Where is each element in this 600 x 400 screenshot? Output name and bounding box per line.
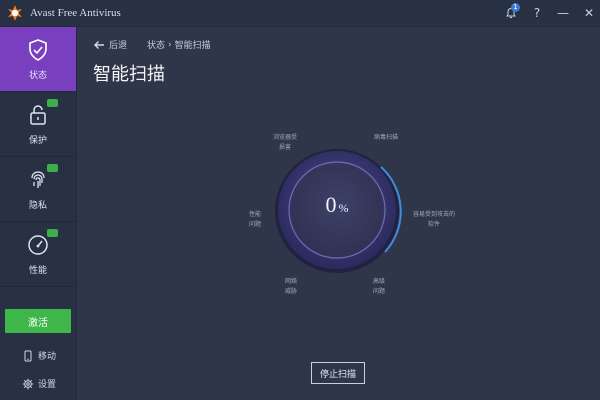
- avast-logo-icon: [8, 5, 22, 21]
- app-window: Avast Free Antivirus 1 ? — ✕ 状态 保护 隐私 性能…: [0, 0, 600, 400]
- lock-icon-wrap: [26, 98, 58, 127]
- scan-label-advanced: 高级 问题: [373, 277, 385, 297]
- gear-icon: [22, 378, 34, 389]
- minimize-button[interactable]: —: [552, 2, 574, 24]
- scan-label-line: 软件: [428, 221, 441, 228]
- sidebar-item-performance[interactable]: 性能: [0, 222, 76, 287]
- scan-label-line: 网络: [285, 278, 298, 285]
- new-badge-icon: [47, 228, 58, 237]
- sidebar-item-status[interactable]: 状态: [0, 27, 76, 92]
- close-button[interactable]: ✕: [578, 2, 600, 24]
- scan-label-line: 容易受到攻击的: [413, 211, 456, 218]
- app-title: Avast Free Antivirus: [30, 7, 121, 19]
- fingerprint-icon-wrap: [26, 163, 58, 192]
- mobile-link[interactable]: 移动: [22, 349, 56, 362]
- notification-badge: 1: [511, 3, 520, 12]
- settings-link[interactable]: 设置: [22, 377, 56, 390]
- shield-check-icon: [29, 38, 47, 61]
- scan-label-line: 威胁: [285, 288, 298, 295]
- scan-label-performance: 性能 问题: [249, 210, 261, 230]
- sidebar-item-privacy[interactable]: 隐私: [0, 157, 76, 222]
- scan-percent-sign: %: [338, 201, 349, 215]
- scan-label-line: 浏览器受: [273, 134, 298, 141]
- scan-label-line: 高级: [373, 278, 386, 285]
- scan-area: 0% 浏览器受 损害 病毒扫描 性能 问题 容易受到攻击的 软件 网络 威胁 高…: [77, 27, 600, 400]
- window-controls: 1 ? — ✕: [496, 0, 600, 26]
- sidebar-item-label: 保护: [28, 135, 47, 146]
- speedometer-icon-wrap: [26, 228, 58, 257]
- scan-percent: 0%: [282, 192, 392, 218]
- sidebar-item-label: 性能: [28, 265, 47, 276]
- scan-label-line: 病毒扫描: [374, 134, 399, 141]
- scan-label-network: 网络 威胁: [285, 277, 297, 297]
- title-bar: Avast Free Antivirus 1 ? — ✕: [0, 0, 600, 27]
- mobile-label: 移动: [38, 352, 57, 362]
- mobile-phone-icon: [24, 350, 32, 361]
- main-content: 后退 状态 › 智能扫描 智能扫描 0 % 浏览器受 损害 病毒扫描 性能 问题…: [77, 27, 600, 400]
- sidebar: 状态 保护 隐私 性能 激活 移动 设置: [0, 27, 77, 400]
- scan-label-line: 性能: [249, 211, 262, 218]
- scan-label-line: 损害: [279, 144, 292, 151]
- scan-label-virus: 病毒扫描: [374, 133, 398, 143]
- sidebar-item-label: 状态: [28, 70, 47, 81]
- sidebar-item-label: 隐私: [28, 200, 47, 211]
- new-badge-icon: [47, 98, 58, 107]
- scan-percent-value: 0: [325, 192, 337, 217]
- stop-scan-button[interactable]: 停止扫描: [311, 362, 365, 384]
- scan-label-vulnerable-software: 容易受到攻击的 软件: [413, 210, 455, 230]
- settings-label: 设置: [38, 380, 57, 390]
- sidebar-item-protection[interactable]: 保护: [0, 92, 76, 157]
- help-button[interactable]: ?: [526, 2, 548, 24]
- notifications-button[interactable]: 1: [500, 2, 522, 24]
- new-badge-icon: [47, 163, 58, 172]
- scan-label-line: 问题: [249, 221, 262, 228]
- scan-label-browser: 浏览器受 损害: [273, 133, 297, 153]
- activate-button[interactable]: 激活: [5, 309, 71, 333]
- scan-label-line: 问题: [373, 288, 386, 295]
